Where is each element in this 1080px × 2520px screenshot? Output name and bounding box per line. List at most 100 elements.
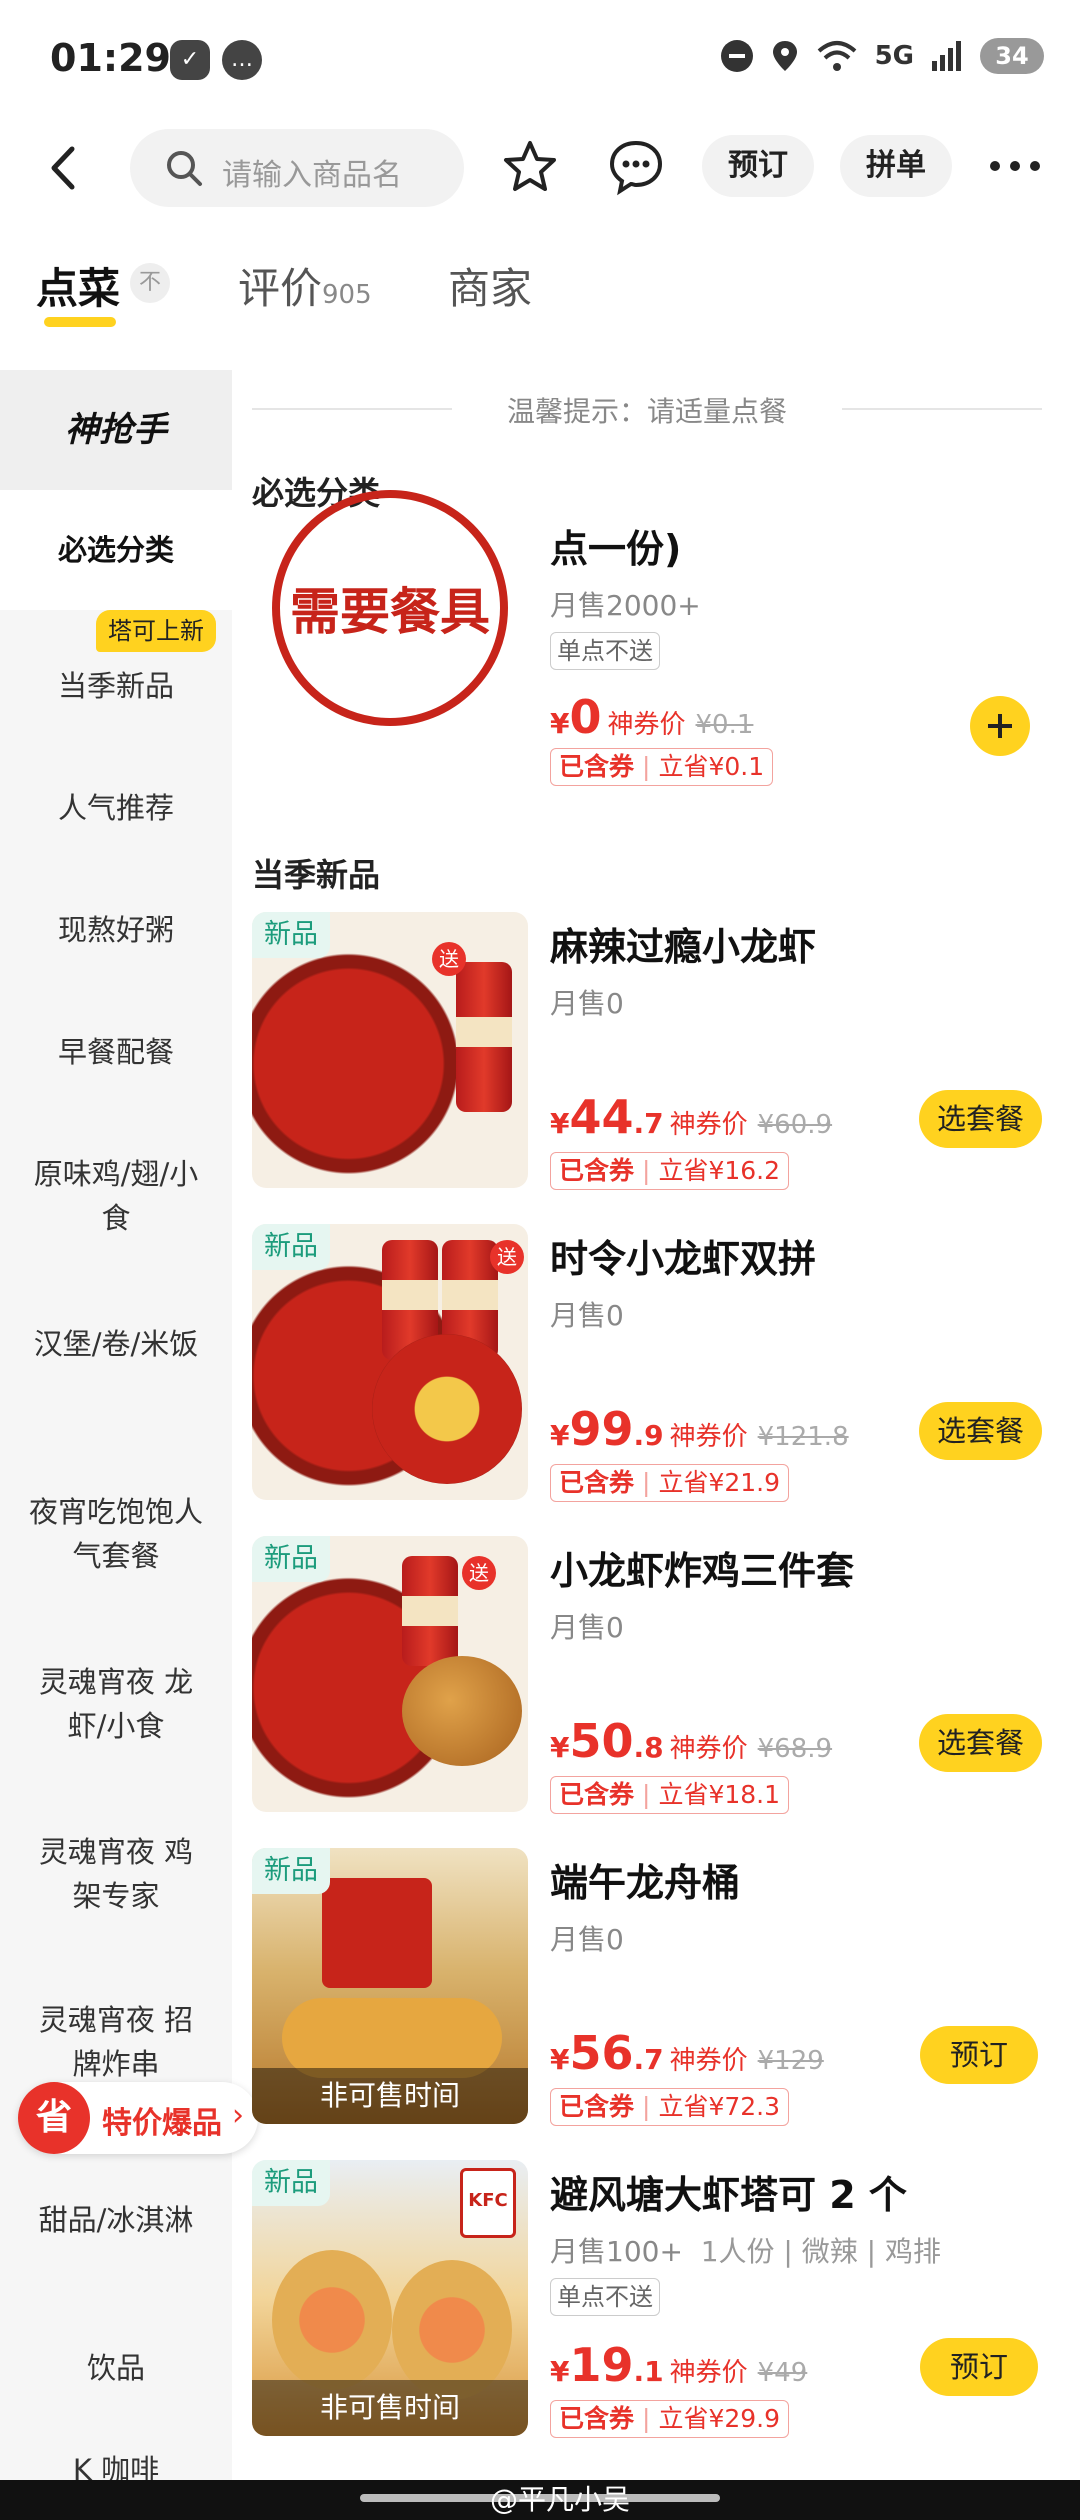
item-sales: 月售0 (550, 1923, 624, 1956)
utensils-image: 需要餐具 (272, 490, 508, 726)
item-sales: 月售0 (550, 987, 624, 1020)
tab-merchant[interactable]: 商家 (448, 255, 532, 316)
sidebar-item-crayfish[interactable]: 灵魂宵夜 龙虾/小食 (0, 1638, 232, 1788)
item-sales: 月售0 (550, 1299, 624, 1332)
item-price: ¥0 神券价 ¥0.1 (550, 690, 754, 744)
sidebar-item-drinks[interactable]: 饮品 (0, 2320, 232, 2420)
sidebar-item-dessert[interactable]: 甜品/冰淇淋 (0, 2170, 232, 2270)
section-title-new: 当季新品 (252, 856, 381, 894)
item-image: 送 新品 (252, 1536, 528, 1812)
status-bar: 01:29 ✓ … 5G 34 (0, 0, 1080, 115)
sidebar-item-popular[interactable]: 人气推荐 (0, 748, 232, 868)
item-name: 避风塘大虾塔可 2 个 (550, 2173, 907, 2217)
notice-banner: 温馨提示：请适量点餐 (252, 390, 1042, 430)
item-name: 小龙虾炸鸡三件套 (550, 1549, 855, 1593)
location-icon (772, 41, 797, 71)
coupon-tag: 已含券 | 立省¥18.1 (550, 1776, 790, 1814)
item-sales: 月售2000+ (550, 589, 701, 622)
watermark: @平凡小吴 (490, 2483, 631, 2516)
choose-set-button[interactable]: 选套餐 (918, 1090, 1042, 1148)
dnd-icon (720, 40, 753, 72)
sidebar-item-chicken-rack[interactable]: 灵魂宵夜 鸡架专家 (0, 1808, 232, 1958)
unavailable-overlay: 非可售时间 (252, 2068, 528, 2124)
new-badge: 新品 (252, 912, 330, 958)
save-icon: 省 (18, 2082, 90, 2154)
item-name: 点一份) (550, 527, 682, 571)
sidebar-item-congee[interactable]: 现熬好粥 (0, 870, 232, 990)
special-deals-label: 特价爆品 (102, 2106, 222, 2141)
new-badge: 新品 (252, 2160, 330, 2206)
reserve-button[interactable]: 预订 (702, 135, 814, 197)
sidebar-item-burger[interactable]: 汉堡/卷/米饭 (0, 1300, 232, 1450)
item-price: ¥56.7 神券价 ¥129 (550, 2026, 824, 2080)
notification-app-icon: ✓ (170, 40, 210, 80)
unavailable-overlay: 非可售时间 (252, 2380, 528, 2436)
new-badge: 新品 (252, 1848, 330, 1894)
item-image: 送 新品 (252, 1224, 528, 1500)
utensils-image-text: 需要餐具 (290, 583, 490, 641)
signal-label: 5G (874, 41, 914, 71)
message-icon[interactable] (606, 137, 666, 197)
review-count: 905 (322, 280, 372, 310)
menu-item[interactable]: KFC 新品 非可售时间 避风塘大虾塔可 2 个 月售100+ 1人份 | 微辣… (252, 2160, 1052, 2440)
menu-item[interactable]: 送 新品 小龙虾炸鸡三件套 月售0 ¥50.8 神券价 ¥68.9 已含券 | 立省¥1… (252, 1536, 1052, 1816)
menu-item[interactable]: 送 新品 时令小龙虾双拼 月售0 ¥99.9 神券价 ¥121.8 已含券 | 立省¥2… (252, 1224, 1052, 1504)
notice-text: 温馨提示：请适量点餐 (506, 395, 787, 428)
item-name: 麻辣过瘾小龙虾 (550, 925, 817, 969)
kfc-logo: KFC (460, 2168, 516, 2238)
active-tab-indicator (44, 317, 116, 327)
coupon-tag: 已含券 | 立省¥0.1 (550, 748, 774, 786)
reserve-item-button[interactable]: 预订 (919, 2338, 1038, 2396)
item-image: 送 新品 (252, 912, 528, 1188)
status-time: 01:29 (50, 36, 171, 80)
item-sales: 月售100+ 1人份 | 微辣 | 鸡排 (550, 2235, 942, 2268)
reserve-item-button[interactable]: 预订 (919, 2026, 1038, 2084)
menu-item[interactable]: 新品 非可售时间 端午龙舟桶 月售0 ¥56.7 神券价 ¥129 已含券 | 立省¥7… (252, 1848, 1052, 2128)
category-sidebar: 神抢手 必选分类 当季新品 人气推荐 现熬好粥 早餐配餐 原味鸡/翅/小食 汉堡… (0, 370, 232, 2487)
page-tabs: 点菜 不 评价905 商家 (0, 255, 1080, 345)
search-placeholder: 请输入商品名 (222, 158, 402, 193)
new-badge: 新品 (252, 1224, 330, 1270)
wifi-icon (817, 41, 856, 71)
add-to-cart-button[interactable] (970, 696, 1030, 756)
search-icon (167, 151, 202, 186)
item-price: ¥44.7 神券价 ¥60.9 (550, 1090, 833, 1144)
item-image: KFC 新品 非可售时间 (252, 2160, 528, 2436)
item-sales: 月售0 (550, 1611, 624, 1644)
sidebar-item-required[interactable]: 必选分类 (0, 490, 232, 610)
coupon-tag: 已含券 | 立省¥16.2 (550, 1152, 790, 1190)
sidebar-item-breakfast[interactable]: 早餐配餐 (0, 992, 232, 1112)
item-price: ¥50.8 神券价 ¥68.9 (550, 1714, 833, 1768)
chevron-right-icon: › (232, 2098, 244, 2133)
choose-set-button[interactable]: 选套餐 (918, 1402, 1042, 1460)
group-order-button[interactable]: 拼单 (840, 135, 952, 197)
coupon-tag: 已含券 | 立省¥21.9 (550, 1464, 790, 1502)
item-name: 端午龙舟桶 (550, 1861, 741, 1905)
item-tag: 单点不送 (550, 632, 660, 670)
battery-indicator: 34 (980, 38, 1044, 74)
tab-order[interactable]: 点菜 (36, 255, 120, 316)
chat-notification-icon: … (222, 40, 262, 80)
pin-badge-icon: 不 (130, 263, 170, 303)
top-nav: 请输入商品名 预订 拼单 (0, 125, 1080, 215)
tab-reviews[interactable]: 评价905 (238, 255, 372, 316)
special-deals-button[interactable]: 省 特价爆品 › (18, 2082, 258, 2154)
sidebar-item-late-night-set[interactable]: 夜宵吃饱饱人气套餐 (0, 1468, 232, 1618)
item-image: 新品 非可售时间 (252, 1848, 528, 2124)
item-name: 时令小龙虾双拼 (550, 1237, 817, 1281)
sidebar-item-chicken[interactable]: 原味鸡/翅/小食 (0, 1130, 232, 1280)
back-arrow-icon[interactable] (40, 143, 90, 193)
item-tag: 单点不送 (550, 2278, 660, 2316)
more-menu-icon[interactable] (990, 161, 1040, 171)
new-taco-badge: 塔可上新 (96, 610, 216, 652)
new-badge: 新品 (252, 1536, 330, 1582)
favorite-star-icon[interactable] (500, 137, 560, 197)
choose-set-button[interactable]: 选套餐 (918, 1714, 1042, 1772)
coupon-tag: 已含券 | 立省¥29.9 (550, 2400, 790, 2438)
item-price: ¥19.1 神券价 ¥49 (550, 2338, 808, 2392)
menu-item[interactable]: 送 新品 麻辣过瘾小龙虾 月售0 ¥44.7 神券价 ¥60.9 已含券 | 立省¥16… (252, 912, 1052, 1192)
signal-bars-icon (932, 41, 961, 71)
promo-logo[interactable]: 神抢手 (0, 370, 232, 490)
menu-item-utensils[interactable]: 需要餐具 点一份) 月售2000+ 单点不送 ¥0 神券价 ¥0.1 已含券 | 立省¥… (252, 490, 1052, 800)
search-input[interactable]: 请输入商品名 (130, 129, 464, 207)
